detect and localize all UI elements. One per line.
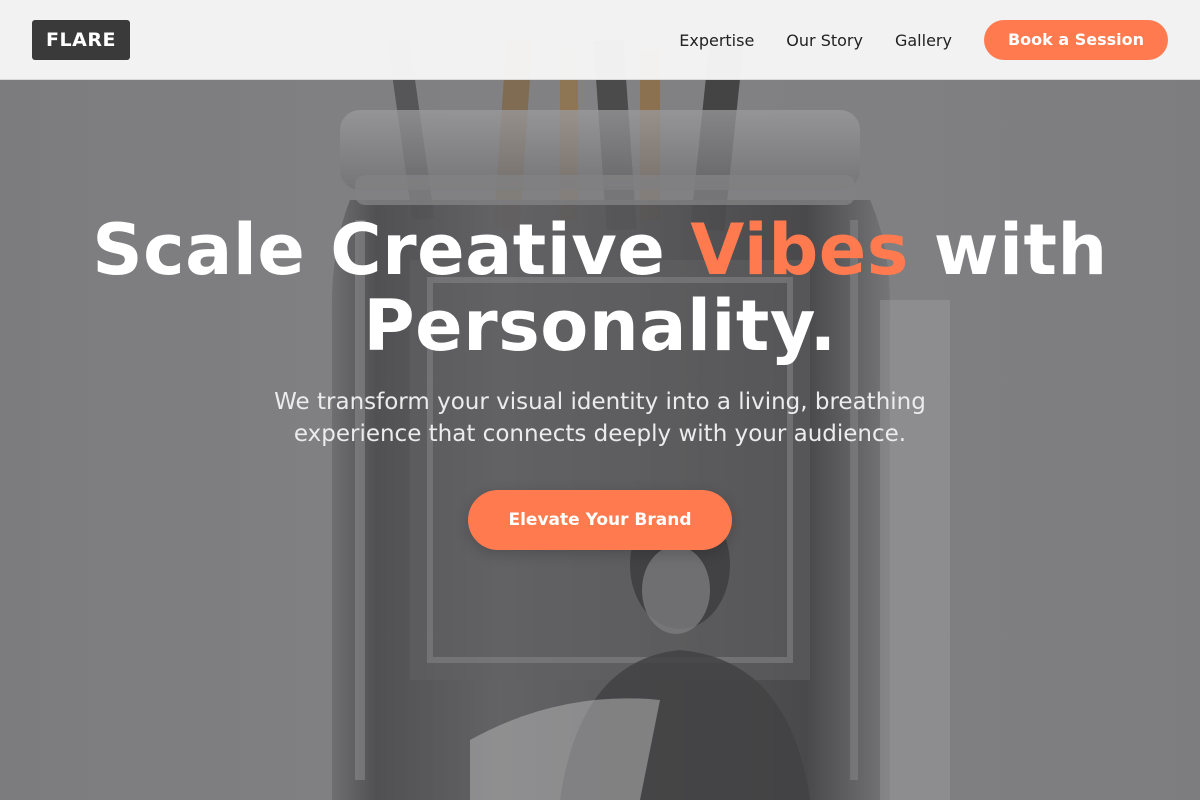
nav-link-gallery[interactable]: Gallery [895, 31, 952, 50]
hero-headline: Scale Creative Vibes with Personality. [80, 212, 1120, 364]
nav-link-our-story[interactable]: Our Story [786, 31, 863, 50]
landing-page: FLARE Expertise Our Story Gallery Book a… [0, 0, 1200, 800]
hero-subheadline: We transform your visual identity into a… [274, 389, 926, 447]
elevate-brand-button[interactable]: Elevate Your Brand [468, 490, 732, 550]
headline-accent-word: Vibes [690, 209, 909, 291]
nav-link-expertise[interactable]: Expertise [679, 31, 754, 50]
brand-logo[interactable]: FLARE [32, 20, 130, 60]
hero-section: Scale Creative Vibes with Personality. W… [0, 212, 1200, 550]
headline-text-start: Scale Creative [92, 209, 691, 291]
primary-nav: Expertise Our Story Gallery Book a Sessi… [679, 0, 1168, 80]
book-session-button[interactable]: Book a Session [983, 20, 1168, 60]
top-navbar: FLARE Expertise Our Story Gallery Book a… [0, 0, 1200, 80]
